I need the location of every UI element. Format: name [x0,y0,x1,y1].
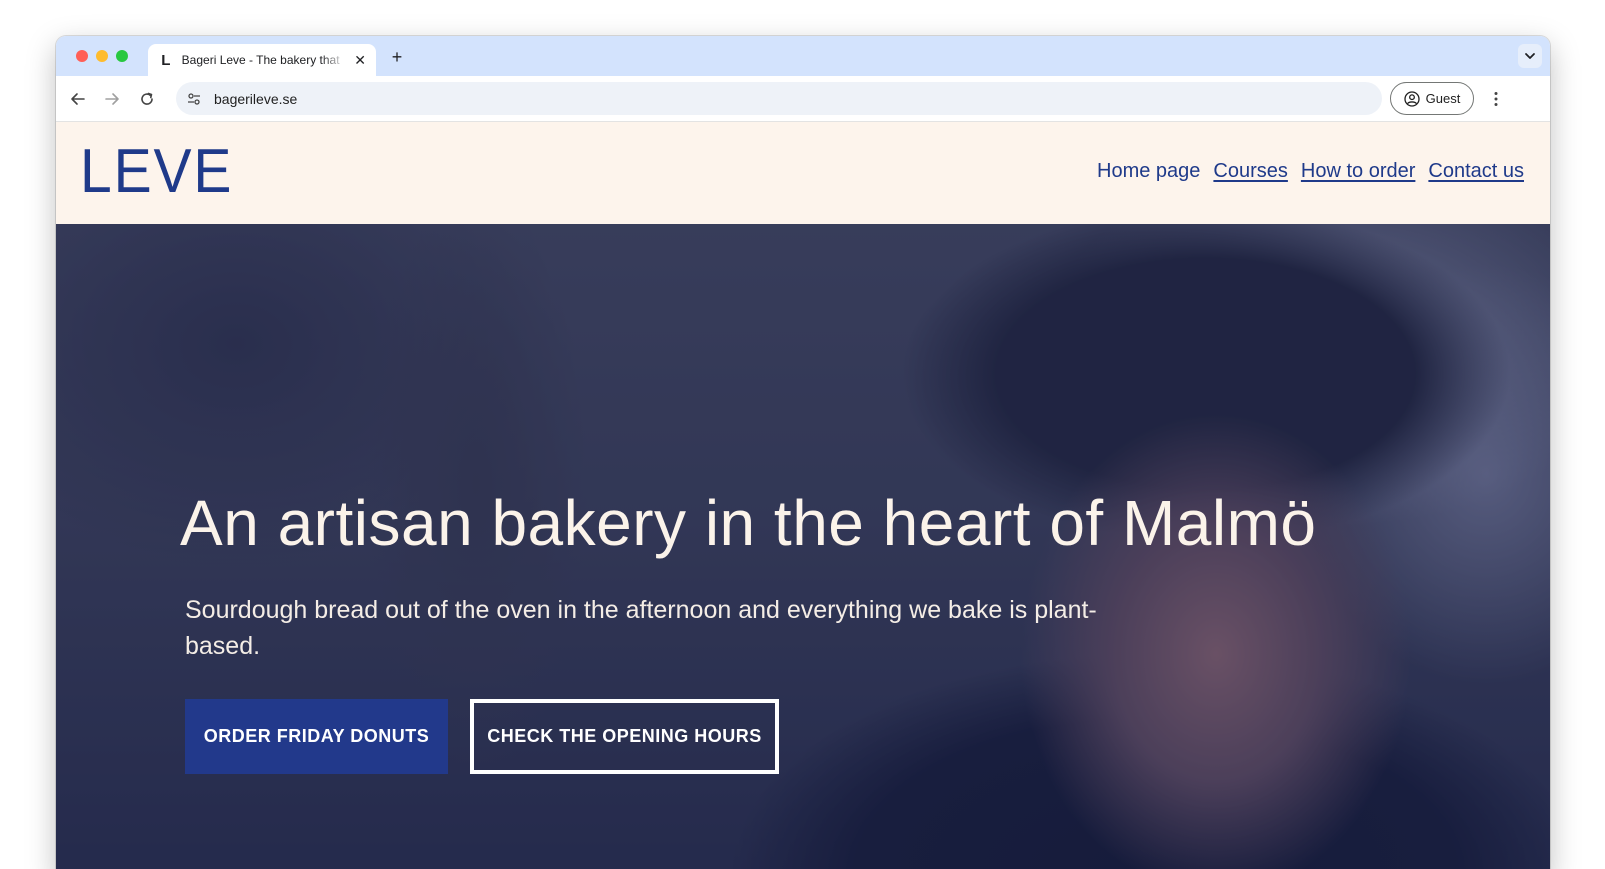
account-circle-icon [1404,90,1420,107]
hero-section: An artisan bakery in the heart of Malmö … [56,224,1550,869]
arrow-right-icon [105,93,119,105]
tab-strip: L Bageri Leve - The bakery that ✕ + [56,36,1550,76]
back-button[interactable] [66,87,90,111]
url-text: bagerileve.se [214,90,298,107]
profile-label: Guest [1425,91,1461,106]
nav-home-page[interactable]: Home page [1097,160,1200,183]
order-friday-donuts-button[interactable]: ORDER FRIDAY DONUTS [185,699,448,774]
tab-search-button[interactable] [1518,44,1542,68]
forward-button[interactable] [100,87,124,111]
browser-window: L Bageri Leve - The bakery that ✕ + bage… [56,36,1550,869]
profile-button[interactable]: Guest [1390,82,1474,115]
more-vert-icon [1494,92,1498,106]
browser-menu-button[interactable] [1484,87,1508,111]
address-bar[interactable]: bagerileve.se [176,82,1382,115]
close-icon[interactable]: ✕ [354,52,366,69]
browser-toolbar: bagerileve.se Guest [56,76,1550,122]
tab-title: Bageri Leve - The bakery that [181,53,340,67]
tune-icon[interactable] [186,91,202,107]
site-nav: Home page Courses How to order Contact u… [1097,160,1524,183]
active-tab[interactable]: L Bageri Leve - The bakery that ✕ [148,44,376,76]
chevron-down-icon [1525,53,1535,59]
minimize-window-button[interactable] [96,50,108,62]
nav-courses[interactable]: Courses [1213,160,1287,183]
reload-button[interactable] [135,87,159,111]
arrow-left-icon [71,93,85,105]
nav-how-to-order[interactable]: How to order [1301,160,1416,183]
check-opening-hours-button[interactable]: CHECK THE OPENING HOURS [470,699,779,774]
maximize-window-button[interactable] [116,50,128,62]
plus-icon: + [391,46,403,67]
site-logo[interactable]: LEVE [80,141,233,203]
hero-subtitle: Sourdough bread out of the oven in the a… [185,596,1097,660]
hero-title: An artisan bakery in the heart of Malmö [180,487,1317,559]
reload-icon [141,92,153,105]
new-tab-button[interactable]: + [386,46,408,68]
close-window-button[interactable] [76,50,88,62]
nav-contact-us[interactable]: Contact us [1428,160,1524,183]
favicon-icon: L [161,51,171,69]
site-header: LEVE Home page Courses How to order Cont… [56,122,1550,224]
